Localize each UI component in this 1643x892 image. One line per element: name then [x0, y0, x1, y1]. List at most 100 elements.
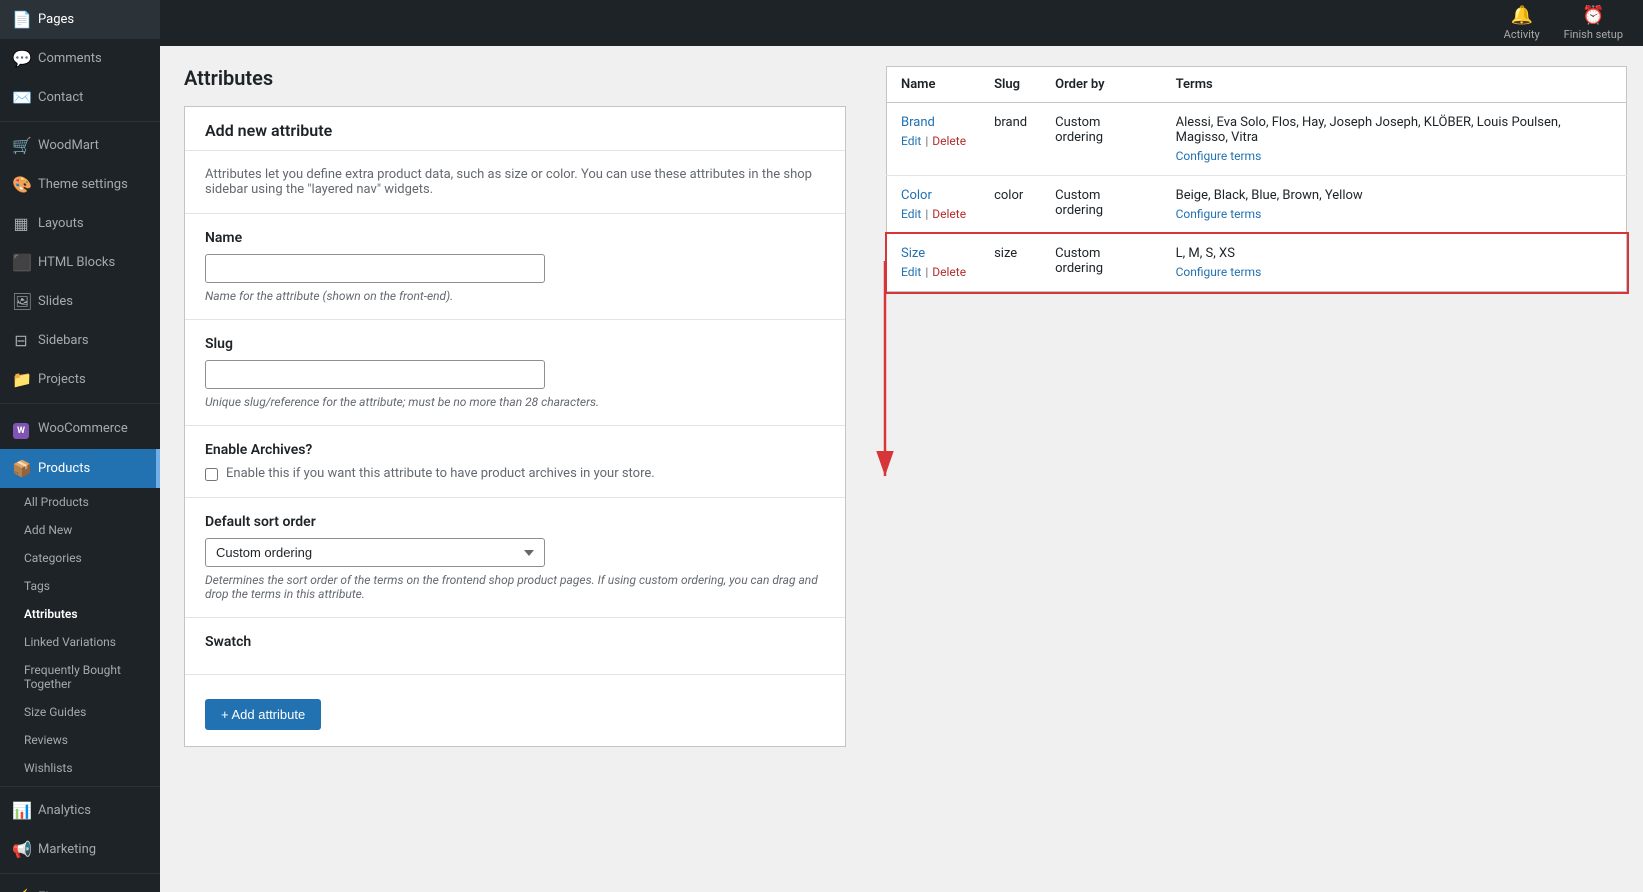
- wishlists-label: Wishlists: [24, 761, 73, 775]
- sidebar-item-label: WooCommerce: [38, 421, 128, 436]
- name-input[interactable]: [205, 254, 545, 283]
- sidebar-item-marketing[interactable]: 📢 Marketing: [0, 830, 160, 869]
- brand-slug-cell: brand: [980, 103, 1041, 176]
- brand-configure-link[interactable]: Configure terms: [1176, 149, 1612, 163]
- sidebar-item-categories[interactable]: Categories: [0, 544, 160, 572]
- sidebar-item-contact[interactable]: ✉️ Contact: [0, 78, 160, 117]
- all-products-label: All Products: [24, 495, 89, 509]
- enable-archives-hint: Enable this if you want this attribute t…: [226, 466, 655, 481]
- right-panel-wrapper: Name Slug Order by Terms Brand Edit |: [870, 46, 1643, 892]
- color-actions: Edit | Delete: [901, 207, 966, 221]
- finish-setup-button[interactable]: ⏰ Finish setup: [1564, 5, 1623, 41]
- sidebars-icon: ⊟: [12, 331, 30, 350]
- sidebar-item-woodmart[interactable]: 🛒 WoodMart: [0, 126, 160, 165]
- divider-4: [0, 873, 160, 874]
- html-blocks-icon: ⬛: [12, 253, 30, 272]
- sidebar-item-reviews[interactable]: Reviews: [0, 726, 160, 754]
- table-row: Color Edit | Delete color Custom orderin…: [887, 176, 1627, 234]
- size-slug-cell: size: [980, 234, 1041, 292]
- sidebar-item-label: Sidebars: [38, 333, 89, 348]
- elementor-icon: ⚡: [12, 888, 30, 892]
- sidebar-item-label: Comments: [38, 51, 102, 66]
- sidebar-item-size-guides[interactable]: Size Guides: [0, 698, 160, 726]
- activity-icon: 🔔: [1510, 5, 1532, 26]
- swatch-label: Swatch: [205, 634, 825, 650]
- color-edit-link[interactable]: Edit: [901, 207, 921, 221]
- color-delete-link[interactable]: Delete: [932, 207, 966, 221]
- size-table-row: Size Edit | Delete size Custom ordering …: [887, 234, 1627, 292]
- sidebar-item-label: Analytics: [38, 803, 91, 818]
- brand-delete-link[interactable]: Delete: [932, 134, 966, 148]
- sidebar-item-label: Marketing: [38, 842, 96, 857]
- slug-hint: Unique slug/reference for the attribute;…: [205, 395, 825, 409]
- sort-order-hint: Determines the sort order of the terms o…: [205, 573, 825, 601]
- woodmart-icon: 🛒: [12, 136, 30, 155]
- color-name-link[interactable]: Color: [901, 188, 932, 203]
- size-name-link[interactable]: Size: [901, 246, 925, 261]
- sidebar-item-slides[interactable]: 🖼 Slides: [0, 282, 160, 321]
- page-title: Attributes: [184, 66, 846, 90]
- sidebar-item-analytics[interactable]: 📊 Analytics: [0, 791, 160, 830]
- frequently-bought-label: Frequently Bought Together: [24, 663, 148, 691]
- sidebar-item-linked-variations[interactable]: Linked Variations: [0, 628, 160, 656]
- sidebar-item-wishlists[interactable]: Wishlists: [0, 754, 160, 782]
- sidebar-item-all-products[interactable]: All Products: [0, 488, 160, 516]
- sidebar-item-theme-settings[interactable]: 🎨 Theme settings: [0, 165, 160, 204]
- brand-terms-cell: Alessi, Eva Solo, Flos, Hay, Joseph Jose…: [1162, 103, 1627, 176]
- table-header: Name Slug Order by Terms: [887, 67, 1627, 103]
- sidebar-item-add-new[interactable]: Add New: [0, 516, 160, 544]
- sidebar-item-label: Slides: [38, 294, 73, 309]
- sidebar-item-layouts[interactable]: ▦ Layouts: [0, 204, 160, 243]
- projects-icon: 📁: [12, 370, 30, 389]
- left-panel: Attributes Add new attribute Attributes …: [160, 46, 870, 892]
- size-delete-link[interactable]: Delete: [932, 265, 966, 279]
- table-row: Brand Edit | Delete brand Custom orderin…: [887, 103, 1627, 176]
- size-name-cell: Size Edit | Delete: [887, 234, 981, 292]
- brand-actions: Edit | Delete: [901, 134, 966, 148]
- slug-input[interactable]: [205, 360, 545, 389]
- sidebar-item-label: Theme settings: [38, 177, 128, 192]
- products-icon: 📦: [12, 459, 30, 478]
- sort-order-label: Default sort order: [205, 514, 825, 530]
- topbar: 🔔 Activity ⏰ Finish setup: [160, 0, 1643, 46]
- sidebar-item-elementor[interactable]: ⚡ Elementor: [0, 878, 160, 892]
- categories-label: Categories: [24, 551, 82, 565]
- add-attribute-section-title: Add new attribute: [185, 107, 845, 151]
- sidebar-item-frequently-bought[interactable]: Frequently Bought Together: [0, 656, 160, 698]
- brand-name-link[interactable]: Brand: [901, 115, 935, 130]
- sidebar-item-html-blocks[interactable]: ⬛ HTML Blocks: [0, 243, 160, 282]
- add-attribute-button[interactable]: + Add attribute: [205, 699, 321, 730]
- color-order-cell: Custom ordering: [1041, 176, 1162, 234]
- divider: [0, 121, 160, 122]
- slides-icon: 🖼: [12, 292, 30, 311]
- sidebar-item-pages[interactable]: 📄 Pages: [0, 0, 160, 39]
- theme-settings-icon: 🎨: [12, 175, 30, 194]
- sidebar-item-comments[interactable]: 💬 Comments: [0, 39, 160, 78]
- tags-label: Tags: [24, 579, 50, 593]
- enable-archives-checkbox[interactable]: [205, 468, 218, 481]
- sidebar-item-projects[interactable]: 📁 Projects: [0, 360, 160, 399]
- analytics-icon: 📊: [12, 801, 30, 820]
- sort-order-select[interactable]: Custom ordering Name Name (numeric) Term…: [205, 538, 545, 567]
- sidebar-item-woocommerce[interactable]: W WooCommerce: [0, 408, 160, 449]
- size-guides-label: Size Guides: [24, 705, 86, 719]
- name-hint: Name for the attribute (shown on the fro…: [205, 289, 825, 303]
- brand-order-cell: Custom ordering: [1041, 103, 1162, 176]
- brand-edit-link[interactable]: Edit: [901, 134, 921, 148]
- active-indicator: [156, 449, 160, 488]
- add-button-section: + Add attribute: [185, 675, 845, 746]
- activity-button[interactable]: 🔔 Activity: [1504, 5, 1540, 41]
- enable-archives-row: Enable this if you want this attribute t…: [205, 466, 825, 481]
- sidebar-item-tags[interactable]: Tags: [0, 572, 160, 600]
- size-edit-link[interactable]: Edit: [901, 265, 921, 279]
- sidebar-item-attributes[interactable]: Attributes: [0, 600, 160, 628]
- pages-icon: 📄: [12, 10, 30, 29]
- size-configure-link[interactable]: Configure terms: [1176, 265, 1612, 279]
- divider-3: [0, 786, 160, 787]
- color-configure-link[interactable]: Configure terms: [1176, 207, 1612, 221]
- sort-order-select-wrapper: Custom ordering Name Name (numeric) Term…: [205, 538, 545, 567]
- sidebar-item-sidebars[interactable]: ⊟ Sidebars: [0, 321, 160, 360]
- sidebar-item-products[interactable]: 📦 Products: [0, 449, 160, 488]
- table-header-row: Name Slug Order by Terms: [887, 67, 1627, 103]
- sidebar-item-label: HTML Blocks: [38, 255, 115, 270]
